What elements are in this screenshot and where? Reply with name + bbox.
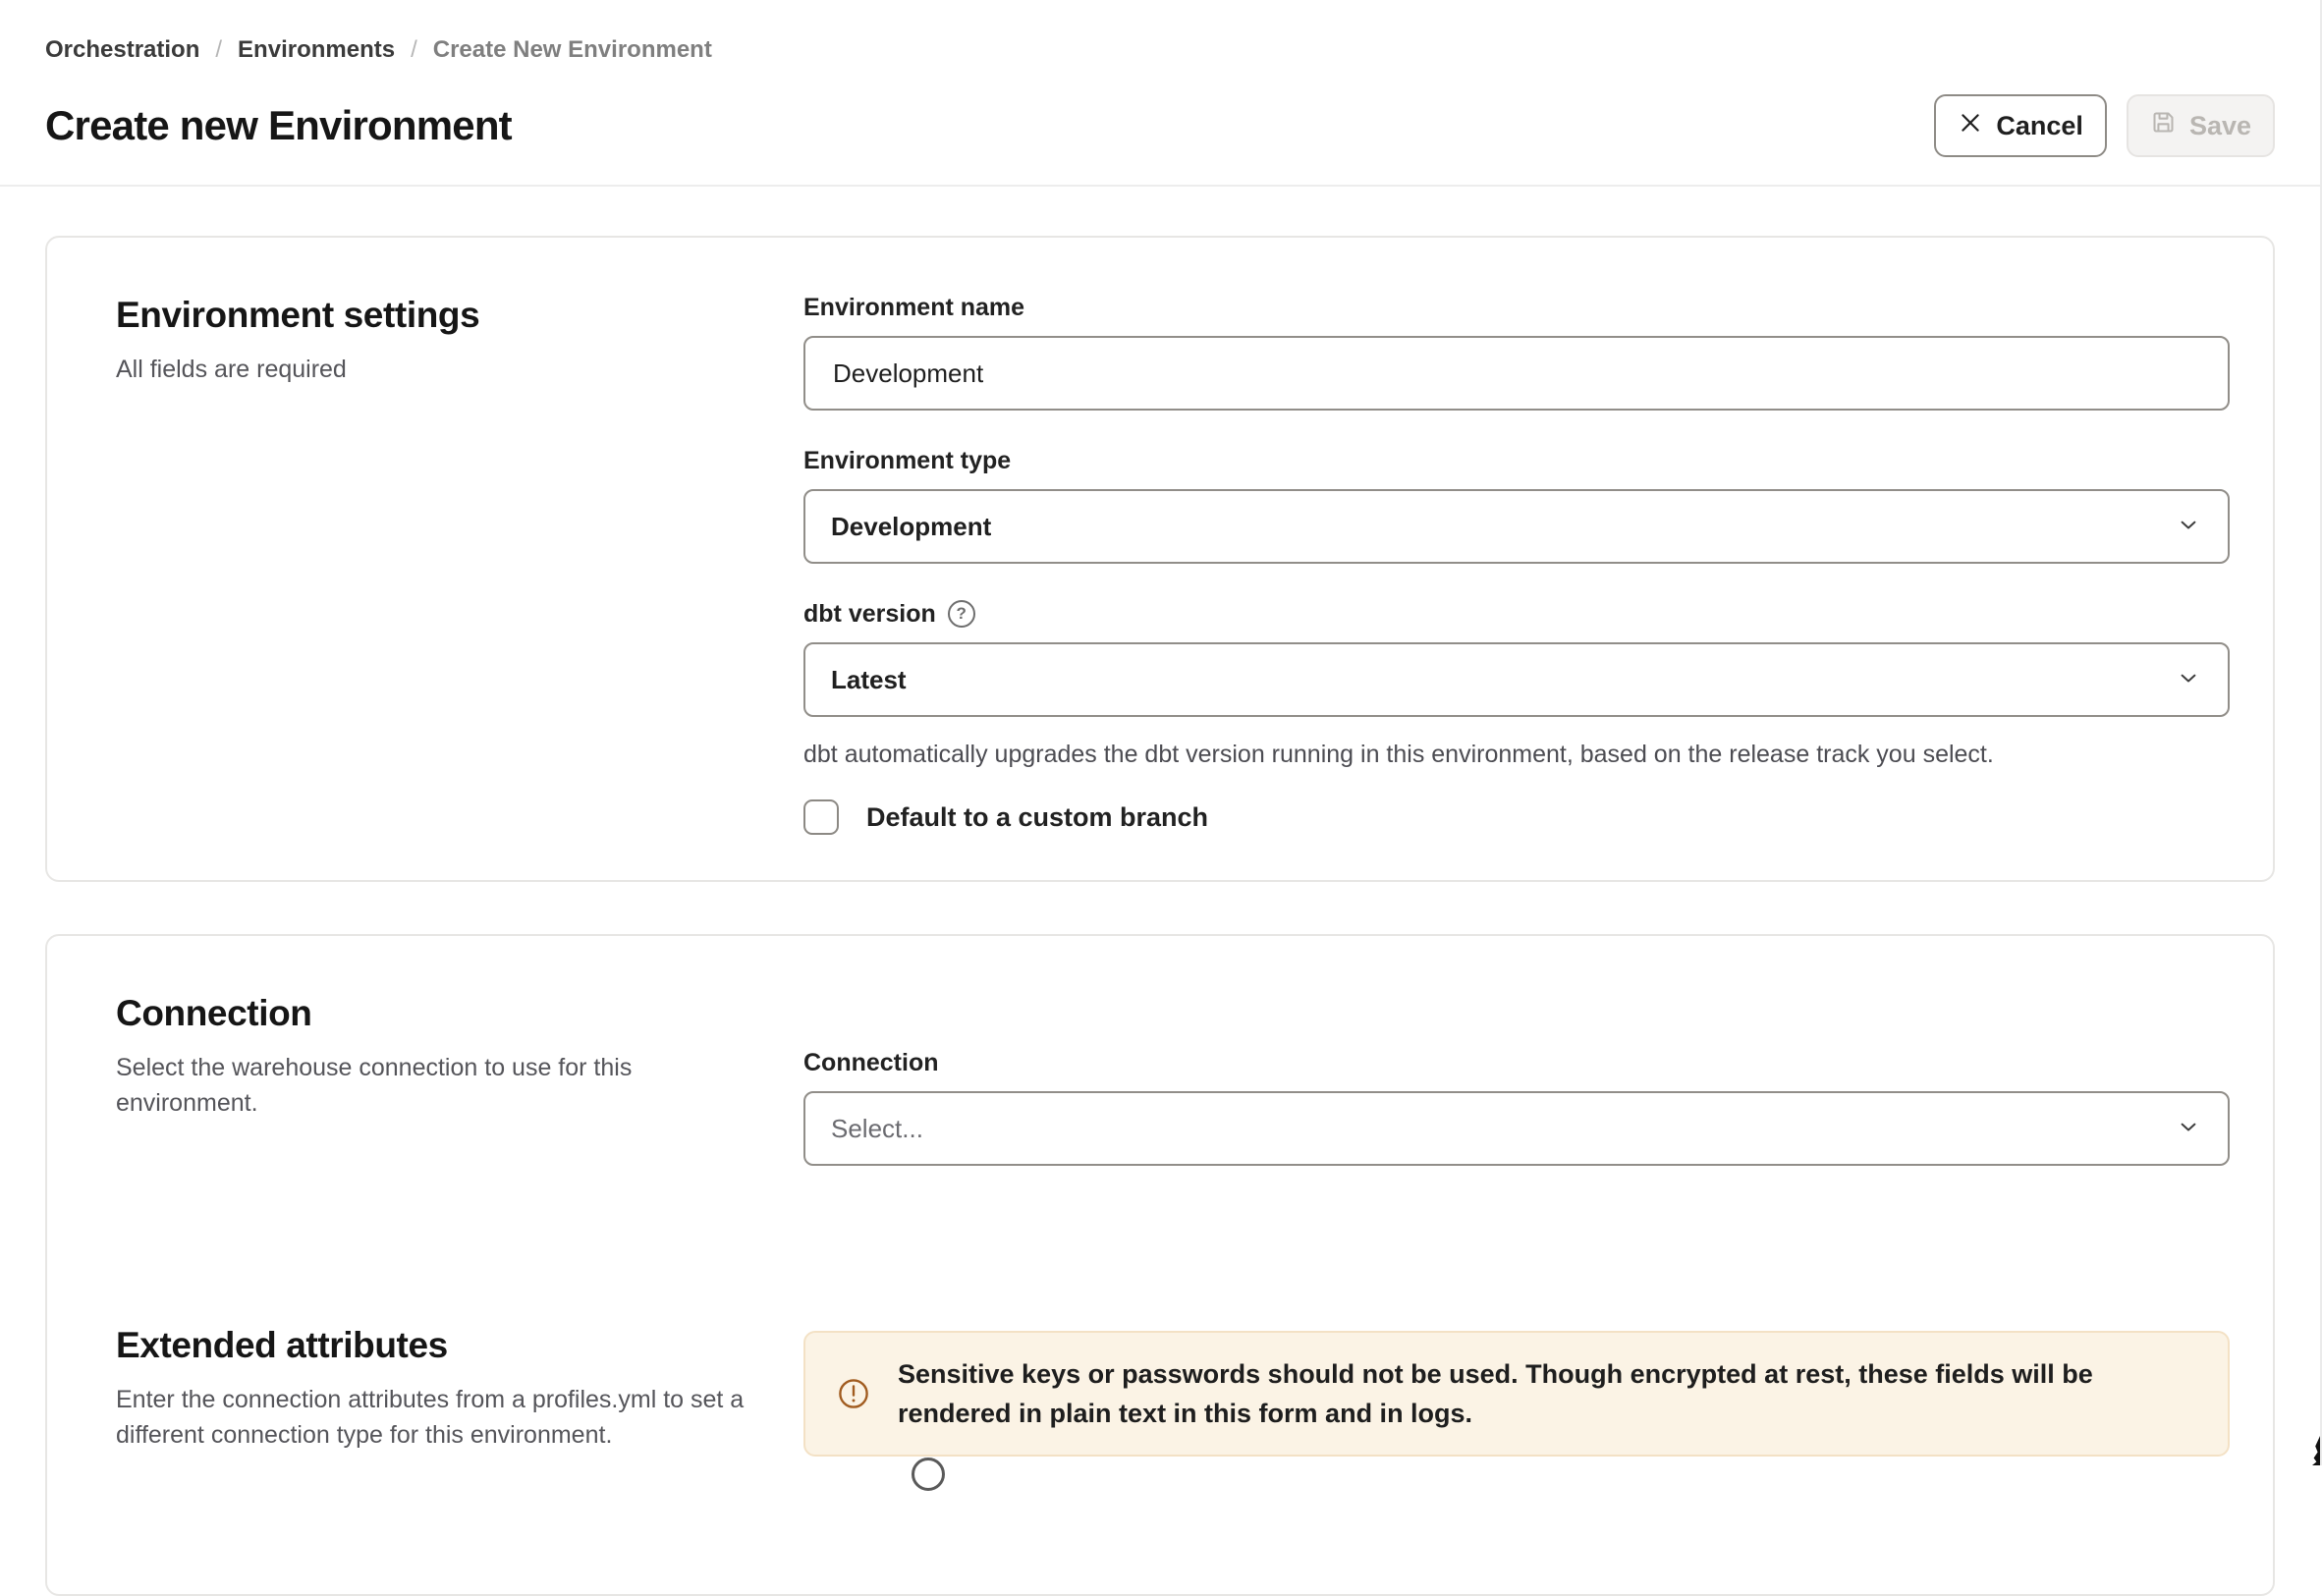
environment-name-input[interactable] (803, 336, 2230, 411)
alert-circle-icon (835, 1375, 872, 1412)
environment-settings-subheading: All fields are required (116, 352, 745, 387)
environment-type-select[interactable]: Development (803, 489, 2230, 564)
save-button-label: Save (2189, 111, 2251, 141)
breadcrumb-environments[interactable]: Environments (238, 35, 395, 65)
breadcrumb-separator: / (411, 35, 417, 65)
cancel-button[interactable]: Cancel (1934, 94, 2107, 157)
chevron-down-icon (2175, 1113, 2202, 1145)
dbt-version-helper-text: dbt automatically upgrades the dbt versi… (803, 739, 2230, 770)
environment-settings-heading: Environment settings (116, 293, 803, 338)
connection-field: Connection Select... (803, 1048, 2230, 1166)
connection-label: Connection (803, 1048, 939, 1077)
environment-name-field: Environment name (803, 293, 2230, 411)
connection-placeholder: Select... (831, 1114, 923, 1144)
save-icon (2150, 109, 2177, 142)
dbt-version-select[interactable]: Latest (803, 642, 2230, 717)
warning-text: Sensitive keys or passwords should not b… (898, 1354, 2192, 1433)
dbt-version-label: dbt version (803, 599, 936, 629)
environment-type-value: Development (831, 512, 991, 542)
page-title: Create new Environment (45, 99, 512, 152)
environment-name-label: Environment name (803, 293, 1024, 322)
chevron-down-icon (2175, 511, 2202, 543)
breadcrumb-orchestration[interactable]: Orchestration (45, 35, 199, 65)
custom-branch-checkbox[interactable] (803, 799, 839, 835)
breadcrumb-current: Create New Environment (433, 35, 712, 65)
extended-attributes-heading: Extended attributes (116, 1323, 803, 1368)
custom-branch-label: Default to a custom branch (866, 802, 1208, 833)
environment-type-field: Environment type Development (803, 446, 2230, 564)
chevron-down-icon (2175, 664, 2202, 696)
clipped-circle-icon (912, 1458, 945, 1491)
header-actions: Cancel Save (1934, 94, 2275, 157)
main-content: Environment settings All fields are requ… (0, 187, 2320, 1596)
save-button[interactable]: Save (2127, 94, 2275, 157)
connection-heading: Connection (116, 991, 803, 1036)
connection-card: Connection Select the warehouse connecti… (45, 934, 2275, 1596)
dbt-version-field: dbt version ? Latest dbt automatically u… (803, 599, 2230, 770)
help-icon[interactable]: ? (948, 600, 975, 628)
custom-branch-checkbox-row: Default to a custom branch (803, 799, 2230, 835)
connection-select[interactable]: Select... (803, 1091, 2230, 1166)
connection-subheading: Select the warehouse connection to use f… (116, 1050, 745, 1121)
environment-type-label: Environment type (803, 446, 1011, 475)
sensitive-keys-warning-banner: Sensitive keys or passwords should not b… (803, 1331, 2230, 1457)
dbt-version-value: Latest (831, 665, 907, 695)
breadcrumb: Orchestration / Environments / Create Ne… (45, 35, 2275, 65)
cancel-button-label: Cancel (1996, 111, 2083, 141)
close-icon (1958, 110, 1983, 142)
breadcrumb-separator: / (215, 35, 222, 65)
environment-settings-card: Environment settings All fields are requ… (45, 236, 2275, 882)
extended-attributes-subheading: Enter the connection attributes from a p… (116, 1382, 745, 1453)
page-header: Orchestration / Environments / Create Ne… (0, 0, 2320, 187)
